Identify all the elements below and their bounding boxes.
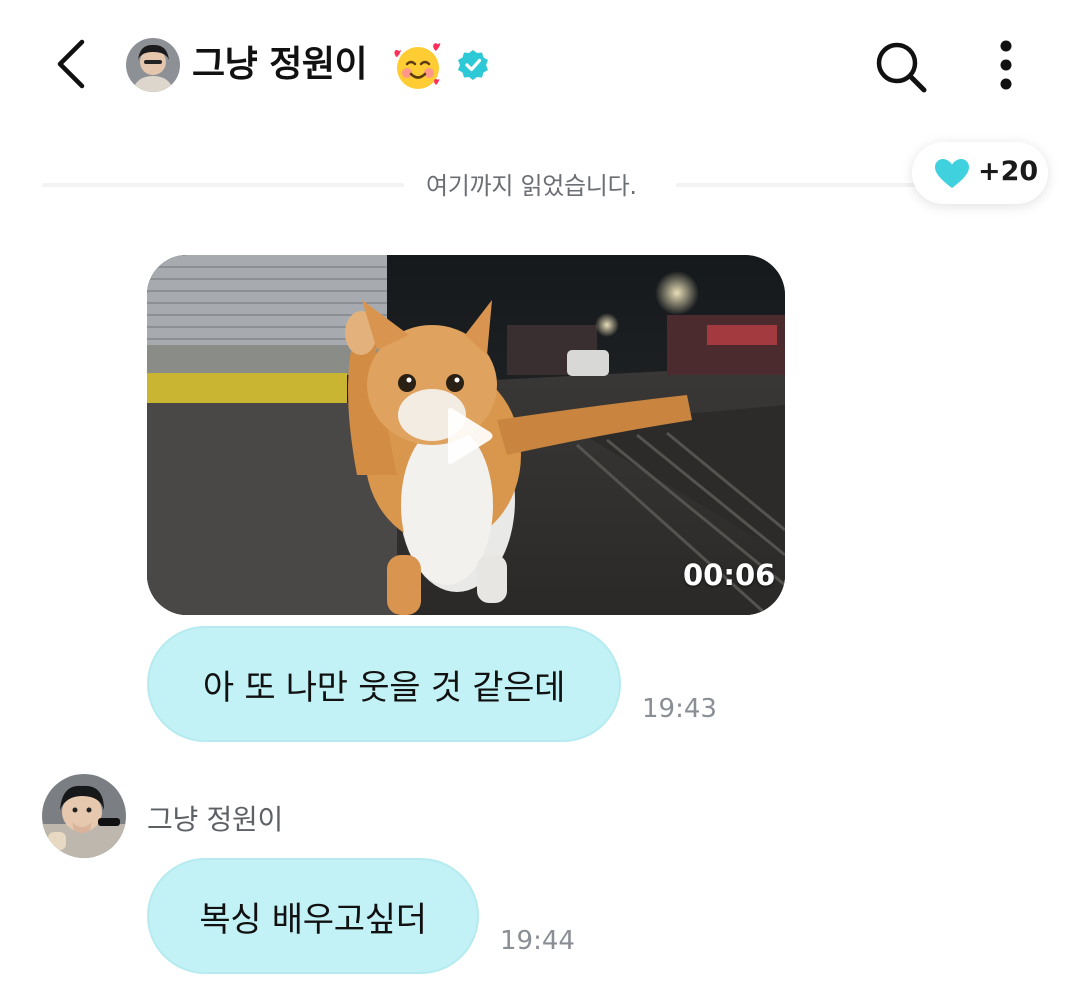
message-time: 19:43 [642, 694, 717, 724]
sender-name: 그냥 정원이 [147, 803, 283, 836]
sender-avatar[interactable] [42, 774, 126, 858]
divider-line [676, 183, 922, 187]
smiling-face-with-hearts-icon [392, 40, 444, 92]
heart-count-button[interactable]: +20 [912, 142, 1048, 204]
message-bubble[interactable]: 아 또 나만 웃을 것 같은데 [147, 626, 621, 742]
search-icon [876, 42, 927, 93]
read-marker: 여기까지 읽었습니다. [42, 160, 922, 210]
heart-count: +20 [978, 156, 1039, 187]
read-marker-text: 여기까지 읽었습니다. [426, 172, 637, 200]
heart-icon [935, 159, 969, 188]
page-title: 그냥 정원이 [192, 44, 368, 85]
chat-header: 그냥 정원이 [0, 0, 1079, 130]
divider-line [42, 183, 404, 187]
verified-badge-icon [456, 48, 490, 82]
chevron-left-icon [57, 39, 85, 89]
search-button[interactable] [870, 36, 932, 98]
back-button[interactable] [48, 34, 100, 94]
message-time: 19:44 [500, 926, 575, 956]
video-duration: 00:06 [683, 558, 776, 592]
message-bubble[interactable]: 복싱 배우고싶더 [147, 858, 479, 974]
more-options-button[interactable] [984, 36, 1028, 98]
more-vertical-icon [1000, 40, 1012, 90]
play-icon[interactable] [440, 405, 496, 467]
header-avatar[interactable] [126, 38, 180, 92]
